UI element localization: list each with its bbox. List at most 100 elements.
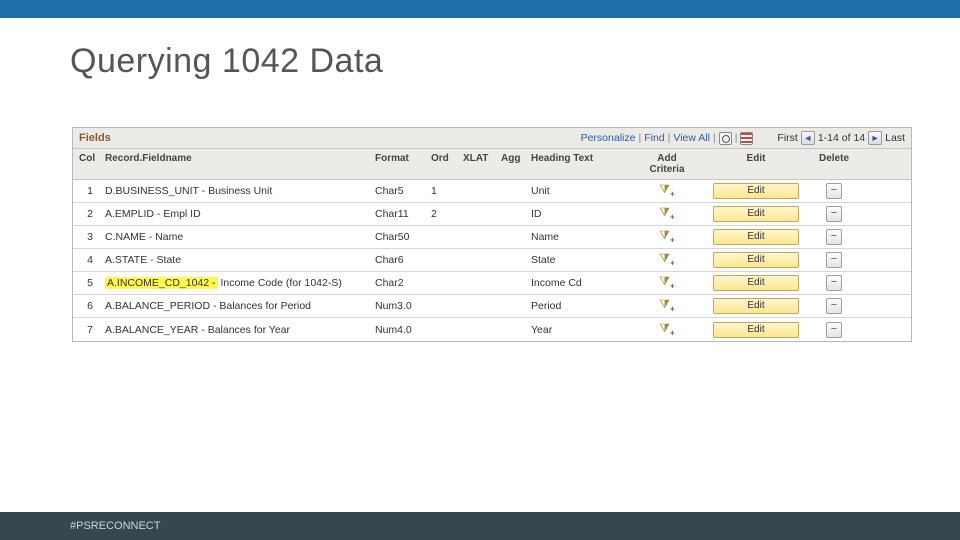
cell-agg (495, 233, 525, 241)
delete-button[interactable]: − (826, 252, 842, 268)
table-row: 4A.STATE - StateChar6 State ⧩+ Edit − (73, 249, 911, 272)
cell-agg (495, 279, 525, 287)
cell-col: 5 (73, 273, 99, 293)
cell-xlat (457, 210, 495, 218)
cell-delete: − (811, 225, 857, 249)
cell-addcriteria: ⧩+ (633, 294, 701, 317)
cell-ord (425, 302, 457, 310)
edit-button[interactable]: Edit (713, 252, 799, 268)
cell-delete: − (811, 202, 857, 226)
cell-field: A.EMPLID - Empl ID (99, 204, 369, 224)
zoom-icon[interactable] (719, 132, 732, 145)
cell-heading: Income Cd (525, 273, 633, 293)
panel-title: Fields (79, 132, 111, 144)
cell-agg (495, 326, 525, 334)
edit-button[interactable]: Edit (713, 183, 799, 199)
nav-next-button[interactable]: ► (868, 131, 882, 145)
cell-field: A.BALANCE_PERIOD - Balances for Period (99, 296, 369, 316)
rows-container: 1D.BUSINESS_UNIT - Business UnitChar51Un… (73, 180, 911, 341)
column-header-row: Col Record.Fieldname Format Ord XLAT Agg… (73, 149, 911, 180)
panel-header: Fields Personalize | Find | View All | |… (73, 128, 911, 149)
cell-col: 1 (73, 181, 99, 201)
cell-edit: Edit (701, 179, 811, 203)
cell-addcriteria: ⧩+ (633, 225, 701, 248)
panel-toolbar: Personalize | Find | View All | | First … (581, 131, 905, 145)
edit-button[interactable]: Edit (713, 322, 799, 338)
cell-col: 2 (73, 204, 99, 224)
download-icon[interactable] (740, 132, 753, 145)
delete-button[interactable]: − (826, 183, 842, 199)
cell-format: Num3.0 (369, 296, 425, 316)
add-criteria-icon[interactable]: ⧩+ (659, 322, 674, 337)
cell-col: 6 (73, 296, 99, 316)
cell-ord (425, 233, 457, 241)
cell-format: Char11 (369, 204, 425, 224)
table-row: 2A.EMPLID - Empl IDChar112ID⧩+Edit− (73, 203, 911, 226)
cell-col: 4 (73, 250, 99, 270)
col-header-agg: Agg (495, 149, 525, 179)
add-criteria-icon[interactable]: ⧩+ (659, 229, 674, 244)
cell-ord (425, 279, 457, 287)
cell-format: Char2 (369, 273, 425, 293)
edit-button[interactable]: Edit (713, 206, 799, 222)
cell-delete: − (811, 271, 857, 295)
cell-heading: Period (525, 296, 633, 316)
cell-edit: Edit (701, 318, 811, 342)
cell-format: Char6 (369, 250, 425, 270)
cell-heading: State (525, 250, 633, 270)
cell-xlat (457, 279, 495, 287)
delete-button[interactable]: − (826, 298, 842, 314)
col-header-addcrit: Add Criteria (633, 149, 701, 179)
col-header-delete: Delete (811, 149, 857, 179)
cell-ord (425, 326, 457, 334)
cell-field: A.INCOME_CD_1042 - Income Code (for 1042… (99, 273, 369, 293)
cell-field: A.STATE - State (99, 250, 369, 270)
cell-xlat (457, 302, 495, 310)
add-criteria-icon[interactable]: ⧩+ (659, 206, 674, 221)
nav-prev-button[interactable]: ◄ (801, 131, 815, 145)
cell-field: D.BUSINESS_UNIT - Business Unit (99, 181, 369, 201)
add-criteria-icon[interactable]: ⧩+ (659, 252, 674, 267)
edit-button[interactable]: Edit (713, 229, 799, 245)
add-criteria-icon[interactable]: ⧩+ (659, 298, 674, 313)
cell-edit: Edit (701, 225, 811, 249)
cell-format: Char5 (369, 181, 425, 201)
add-criteria-icon[interactable]: ⧩+ (659, 183, 674, 198)
table-row: 5A.INCOME_CD_1042 - Income Code (for 104… (73, 272, 911, 295)
cell-agg (495, 187, 525, 195)
table-row: 6A.BALANCE_PERIOD - Balances for PeriodN… (73, 295, 911, 318)
delete-button[interactable]: − (826, 322, 842, 338)
cell-ord: 1 (425, 181, 457, 201)
col-header-xlat: XLAT (457, 149, 495, 179)
nav-last-label: Last (885, 132, 905, 144)
delete-button[interactable]: − (826, 206, 842, 222)
cell-addcriteria: ⧩+ (633, 318, 701, 341)
cell-addcriteria: ⧩+ (633, 248, 701, 271)
delete-button[interactable]: − (826, 229, 842, 245)
table-row: 1D.BUSINESS_UNIT - Business UnitChar51Un… (73, 180, 911, 203)
slide-footer: #PSRECONNECT (0, 512, 960, 540)
edit-button[interactable]: Edit (713, 275, 799, 291)
delete-button[interactable]: − (826, 275, 842, 291)
table-row: 7A.BALANCE_YEAR - Balances for YearNum4.… (73, 318, 911, 341)
viewall-link[interactable]: View All (673, 132, 710, 144)
cell-edit: Edit (701, 248, 811, 272)
table-row: 3C.NAME - NameChar50Name⧩+Edit− (73, 226, 911, 249)
cell-ord (425, 256, 457, 264)
personalize-link[interactable]: Personalize (581, 132, 636, 144)
find-link[interactable]: Find (644, 132, 664, 144)
col-header-edit: Edit (701, 149, 811, 179)
cell-delete: − (811, 294, 857, 318)
add-criteria-icon[interactable]: ⧩+ (659, 275, 674, 290)
cell-col: 7 (73, 320, 99, 340)
edit-button[interactable]: Edit (713, 298, 799, 314)
cell-addcriteria: ⧩+ (633, 179, 701, 202)
cell-heading: Name (525, 227, 633, 247)
cell-delete: − (811, 248, 857, 272)
col-header-ord: Ord (425, 149, 457, 179)
top-accent-bar (0, 0, 960, 18)
cell-format: Num4.0 (369, 320, 425, 340)
col-header-col: Col (73, 149, 99, 179)
cell-field: A.BALANCE_YEAR - Balances for Year (99, 320, 369, 340)
cell-xlat (457, 326, 495, 334)
